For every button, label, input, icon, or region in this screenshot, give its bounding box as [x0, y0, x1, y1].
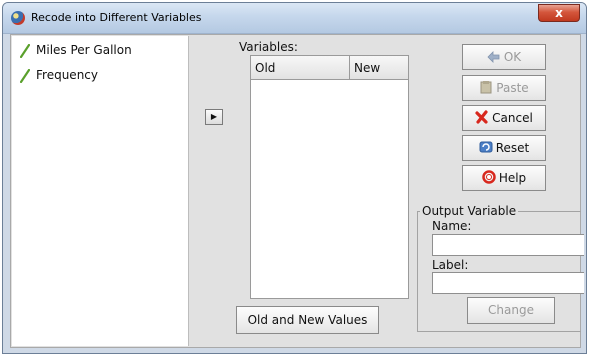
old-and-new-values-button[interactable]: Old and New Values — [236, 306, 379, 334]
label-field[interactable] — [432, 272, 584, 294]
help-button-label: Help — [498, 171, 527, 185]
ok-button-label: OK — [503, 50, 522, 64]
paste-button[interactable]: Paste — [462, 75, 546, 101]
paste-button-label: Paste — [496, 81, 529, 95]
output-variable-title: Output Variable — [420, 204, 519, 218]
column-header-old[interactable]: Old — [251, 56, 350, 80]
close-button[interactable]: x — [538, 4, 580, 22]
reset-button-label: Reset — [495, 141, 530, 155]
cancel-button-label: Cancel — [492, 111, 533, 125]
clipboard-icon — [480, 81, 492, 94]
title-bar[interactable]: Recode into Different Variables x — [3, 3, 586, 34]
label-label: Label: — [432, 258, 469, 272]
variable-label: Miles Per Gallon — [36, 43, 132, 57]
list-item[interactable]: Frequency — [20, 66, 98, 84]
help-lifebuoy-icon — [482, 170, 496, 184]
name-label: Name: — [432, 219, 472, 233]
source-variable-list[interactable]: Miles Per Gallon Frequency — [12, 36, 189, 346]
name-field[interactable] — [432, 234, 584, 256]
variables-table[interactable]: Old New — [250, 55, 409, 299]
reset-button[interactable]: Reset — [462, 135, 546, 161]
app-globe-icon — [11, 11, 25, 25]
help-button[interactable]: Help — [462, 165, 546, 191]
cancel-button[interactable]: Cancel — [462, 105, 546, 131]
dialog-body: Miles Per Gallon Frequency ▶ Variables: … — [10, 34, 584, 348]
column-header-new[interactable]: New — [350, 56, 408, 80]
scale-variable-icon — [20, 43, 30, 58]
scale-variable-icon — [20, 68, 30, 83]
ok-arrow-icon — [487, 51, 500, 63]
variable-label: Frequency — [36, 68, 98, 82]
list-item[interactable]: Miles Per Gallon — [20, 41, 132, 59]
move-variable-button[interactable]: ▶ — [205, 109, 223, 125]
reset-icon — [479, 141, 493, 153]
window-title: Recode into Different Variables — [31, 11, 202, 24]
ok-button[interactable]: OK — [462, 44, 546, 70]
cancel-x-icon — [475, 110, 488, 124]
variables-label: Variables: — [239, 40, 298, 54]
change-button[interactable]: Change — [467, 297, 555, 324]
output-variable-group: Output Variable Name: Label: Change — [417, 204, 584, 332]
right-arrow-icon: ▶ — [210, 112, 218, 121]
recode-dialog-window: Recode into Different Variables x Miles … — [2, 2, 587, 354]
